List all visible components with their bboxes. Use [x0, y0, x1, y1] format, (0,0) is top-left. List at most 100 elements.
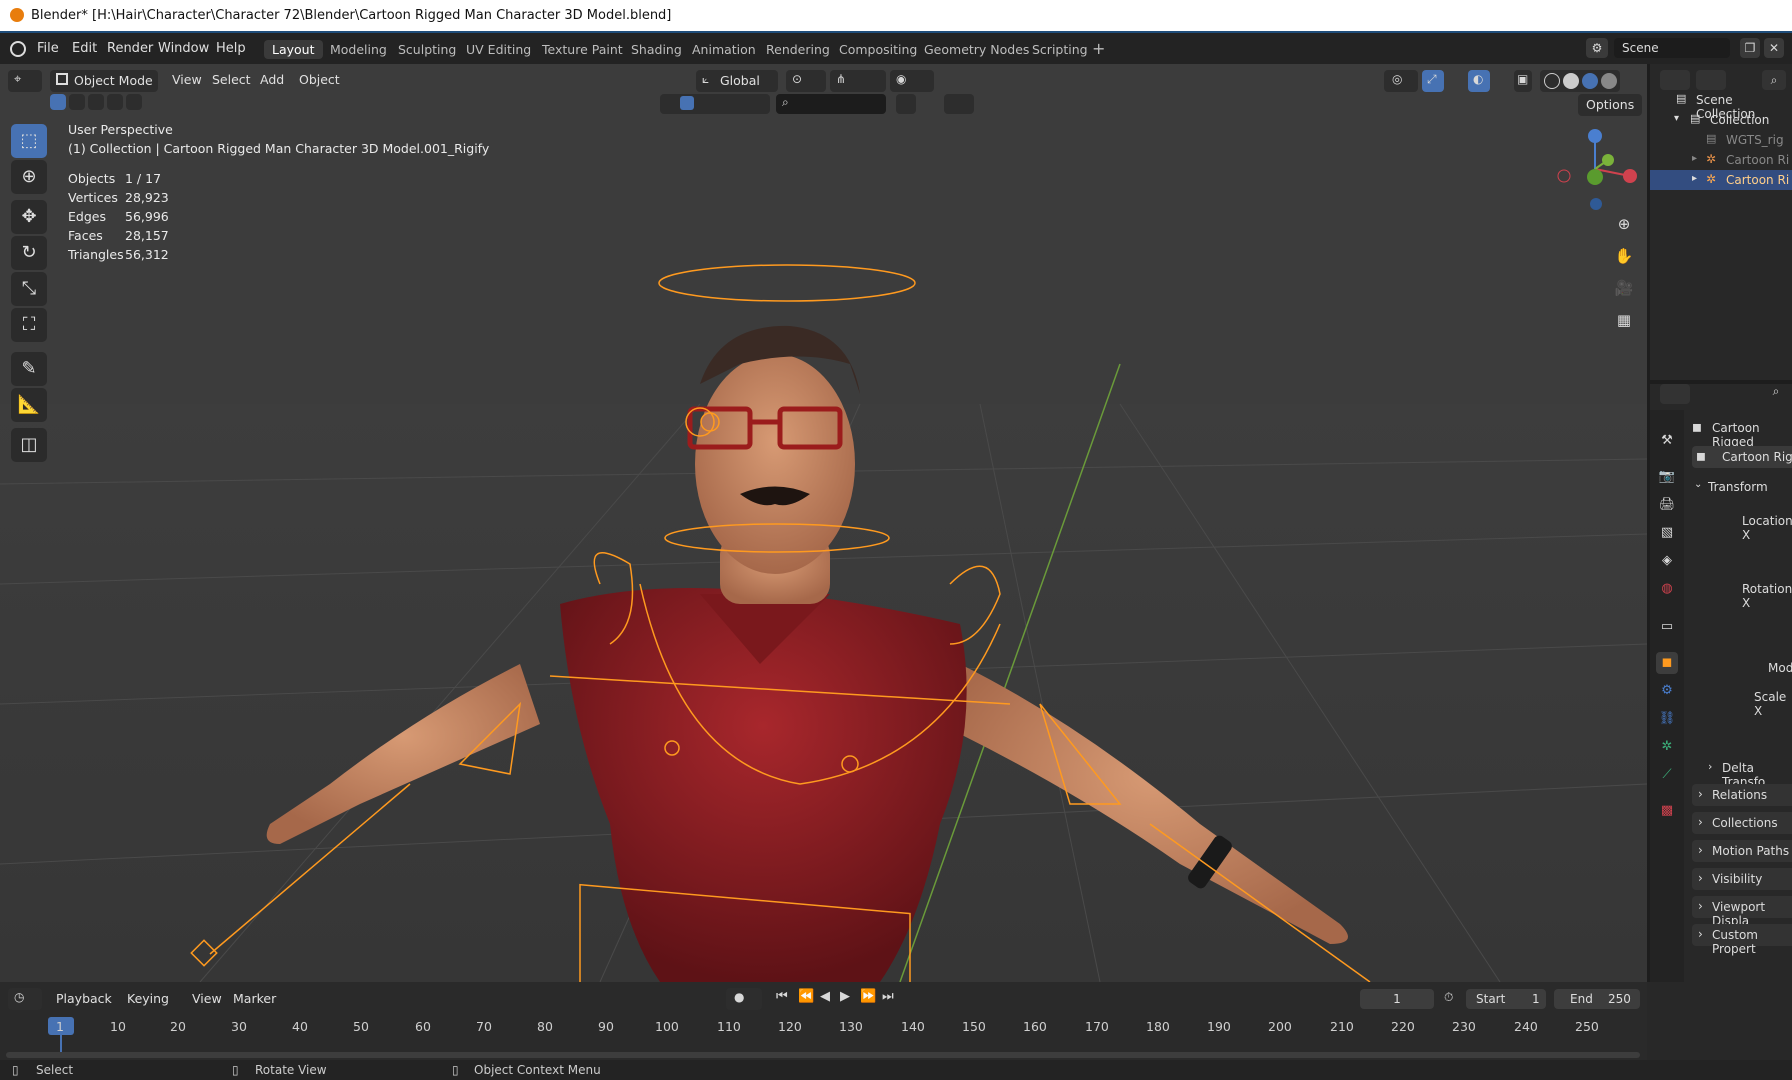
- overlays-toggle[interactable]: ◐: [1468, 70, 1490, 92]
- move-tool[interactable]: ✥: [11, 200, 47, 234]
- outliner-panel[interactable]: ⌕ ▤ Scene Collection ▾ ▤ Collection ▤ WG…: [1650, 64, 1792, 380]
- viewport-menu-select[interactable]: Select: [212, 72, 251, 87]
- timeline-menu-playback[interactable]: Playback: [56, 991, 112, 1006]
- material-shading-icon[interactable]: [1582, 73, 1598, 89]
- outliner-search-icon[interactable]: ⌕: [1762, 70, 1786, 90]
- scene-browse-icon[interactable]: ⚙: [1586, 38, 1608, 58]
- select-invert-icon[interactable]: [107, 94, 123, 110]
- motion-paths-section[interactable]: › Motion Paths: [1692, 840, 1792, 862]
- bone-tab-icon[interactable]: ⟋: [1656, 764, 1678, 786]
- add-workspace-icon[interactable]: +: [1092, 39, 1105, 58]
- menu-edit[interactable]: Edit: [72, 41, 97, 56]
- tab-scripting[interactable]: Scripting: [1024, 40, 1096, 59]
- timeline-scrollbar[interactable]: [6, 1052, 1640, 1058]
- properties-editor-icon[interactable]: [1660, 384, 1690, 404]
- timeline-menu-keying[interactable]: Keying: [127, 991, 169, 1006]
- select-box-tool[interactable]: ⬚: [11, 124, 47, 158]
- xray-toggle[interactable]: ▣: [1514, 70, 1532, 92]
- jump-keyframe-forward-icon[interactable]: ⏩: [860, 989, 876, 1004]
- tab-sculpting[interactable]: Sculpting: [390, 40, 464, 59]
- scene-tab-icon[interactable]: ◈: [1656, 550, 1678, 572]
- editor-type-button[interactable]: ⌖: [8, 70, 42, 92]
- tab-uv-editing[interactable]: UV Editing: [458, 40, 539, 59]
- wireframe-shading-icon[interactable]: [1544, 73, 1560, 89]
- navigation-gizmo[interactable]: [1550, 124, 1640, 214]
- object-name-field[interactable]: ◼ Cartoon Rigg: [1692, 446, 1792, 468]
- ortho-grid-icon[interactable]: ▦: [1610, 306, 1638, 334]
- texture-tab-icon[interactable]: ▩: [1656, 800, 1678, 822]
- solid-shading-icon[interactable]: [1563, 73, 1579, 89]
- snap-button[interactable]: ⋔: [830, 70, 886, 92]
- funnel-filter-icon[interactable]: [944, 94, 974, 114]
- outliner-display-mode-icon[interactable]: [1660, 70, 1690, 90]
- jump-start-icon[interactable]: ⏮: [776, 989, 788, 1004]
- select-intersect-icon[interactable]: [126, 94, 142, 110]
- outliner-row-scene-collection[interactable]: ▤ Scene Collection: [1650, 90, 1792, 121]
- pivot-point-button[interactable]: ⊙: [786, 70, 826, 92]
- current-frame-field[interactable]: 1: [1360, 989, 1434, 1009]
- rotate-tool[interactable]: ↻: [11, 236, 47, 270]
- add-cube-tool[interactable]: ◫: [11, 428, 47, 462]
- viewport-menu-add[interactable]: Add: [260, 72, 284, 87]
- proportional-edit-button[interactable]: ◉: [890, 70, 934, 92]
- outliner-row-collection[interactable]: ▾ ▤ Collection: [1650, 110, 1792, 130]
- outliner-row-wgts[interactable]: ▤ WGTS_rig: [1650, 130, 1792, 150]
- play-reverse-icon[interactable]: ◀: [820, 989, 830, 1004]
- output-tab-icon[interactable]: 🖨: [1656, 494, 1678, 516]
- expand-arrow-icon[interactable]: ▸: [1692, 173, 1697, 184]
- outliner-row-item[interactable]: ▸ ✲ Cartoon Ri: [1650, 150, 1792, 170]
- delete-scene-icon[interactable]: ✕: [1764, 38, 1784, 58]
- gizmos-toggle[interactable]: ⤢: [1422, 70, 1444, 92]
- select-subtract-icon[interactable]: [88, 94, 104, 110]
- zoom-icon[interactable]: ⊕: [1610, 210, 1638, 238]
- auto-keying-toggle[interactable]: ●: [726, 988, 762, 1010]
- measure-tool[interactable]: 📐: [11, 388, 47, 422]
- viewport-menu-view[interactable]: View: [172, 72, 202, 87]
- menu-file[interactable]: File: [37, 41, 59, 56]
- constraints-tab-icon[interactable]: ⛓: [1656, 708, 1678, 730]
- tab-compositing[interactable]: Compositing: [831, 40, 925, 59]
- expand-arrow-icon[interactable]: ▸: [1692, 153, 1697, 164]
- tab-rendering[interactable]: Rendering: [758, 40, 838, 59]
- shading-mode-buttons[interactable]: [1540, 70, 1620, 92]
- filter-icon[interactable]: [896, 94, 916, 114]
- timeline-menu-marker[interactable]: Marker: [233, 991, 276, 1006]
- view-layer-tab-icon[interactable]: ▧: [1656, 522, 1678, 544]
- properties-search-icon[interactable]: ⌕: [1766, 384, 1786, 404]
- tab-modeling[interactable]: Modeling: [322, 40, 395, 59]
- menu-render[interactable]: Render: [107, 41, 153, 56]
- transform-orientation-dropdown[interactable]: ⟀ Global: [696, 70, 778, 92]
- end-frame-field[interactable]: End 250: [1554, 989, 1640, 1009]
- select-new-icon[interactable]: [50, 94, 66, 110]
- transform-section-header[interactable]: ⌄ Transform: [1692, 476, 1792, 498]
- expand-arrow-icon[interactable]: ▾: [1674, 113, 1679, 124]
- render-tab-icon[interactable]: 📷: [1656, 466, 1678, 488]
- rendered-shading-icon[interactable]: [1601, 73, 1617, 89]
- mesh-filter-icon[interactable]: [680, 96, 694, 110]
- viewport-display-section[interactable]: › Viewport Displa: [1692, 896, 1792, 928]
- pan-hand-icon[interactable]: ✋: [1610, 242, 1638, 270]
- jump-end-icon[interactable]: ⏭: [882, 989, 894, 1004]
- custom-properties-section[interactable]: › Custom Propert: [1692, 924, 1792, 956]
- scene-name-field[interactable]: Scene: [1614, 38, 1730, 58]
- viewport-menu-object[interactable]: Object: [299, 72, 340, 87]
- viewport-search-input[interactable]: ⌕: [776, 94, 886, 114]
- modifiers-tab-icon[interactable]: ⚙: [1656, 680, 1678, 702]
- visibility-section[interactable]: › Visibility: [1692, 868, 1792, 890]
- object-browse-icon[interactable]: ◼: [1696, 449, 1706, 463]
- 3d-viewport[interactable]: ⌖ Object Mode View Select Add Object ⟀ G…: [0, 64, 1647, 982]
- scale-tool[interactable]: ⤡: [11, 272, 47, 306]
- tab-texture-paint[interactable]: Texture Paint: [534, 40, 631, 59]
- stopwatch-icon[interactable]: ⏱: [1444, 990, 1453, 1005]
- tool-tab-icon[interactable]: ⚒: [1656, 430, 1678, 452]
- tab-layout[interactable]: Layout: [264, 40, 323, 59]
- delta-transform-section[interactable]: › Delta Transfo: [1706, 757, 1792, 789]
- timeline-editor[interactable]: ◷ Playback Keying View Marker ● ⏮ ⏪ ◀ ▶ …: [0, 982, 1647, 1060]
- jump-keyframe-back-icon[interactable]: ⏪: [798, 989, 814, 1004]
- new-scene-icon[interactable]: ❐: [1740, 38, 1760, 58]
- tab-animation[interactable]: Animation: [684, 40, 764, 59]
- tab-geometry-nodes[interactable]: Geometry Nodes: [916, 40, 1037, 59]
- camera-view-icon[interactable]: 🎥: [1610, 274, 1638, 302]
- collection-tab-icon[interactable]: ▭: [1656, 616, 1678, 638]
- collections-section[interactable]: › Collections: [1692, 812, 1792, 834]
